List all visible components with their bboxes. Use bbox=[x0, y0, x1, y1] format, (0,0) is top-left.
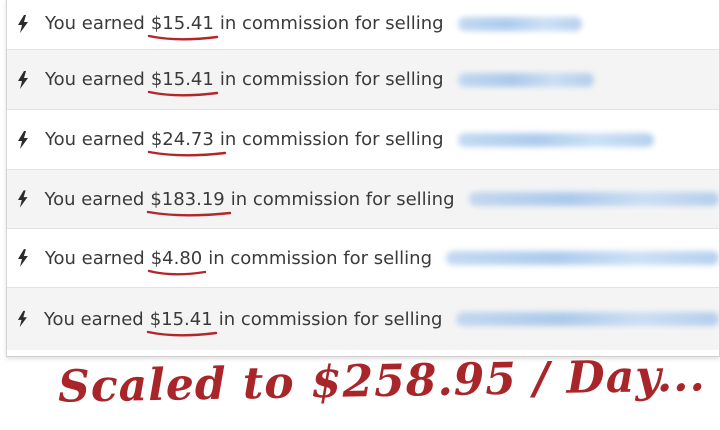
earned-prefix: You earned bbox=[45, 69, 145, 90]
redacted-product-name bbox=[457, 16, 582, 31]
notification-row[interactable]: You earned $15.41 in commission for sell… bbox=[7, 0, 719, 50]
commission-suffix: in commission for selling bbox=[208, 247, 433, 269]
notification-row[interactable]: You earned $4.80 in commission for selli… bbox=[7, 229, 719, 288]
commission-amount: $24.73 bbox=[147, 129, 227, 157]
notification-row[interactable]: You earned $15.41 in commission for sell… bbox=[7, 288, 719, 350]
notification-text: You earned $183.19 in commission for sel… bbox=[44, 188, 455, 216]
notification-row[interactable]: You earned $24.73 in commission for sell… bbox=[7, 110, 719, 170]
commission-suffix: in commission for selling bbox=[219, 69, 444, 90]
notification-text: You earned $24.73 in commission for sell… bbox=[45, 129, 444, 157]
notification-text: You earned $15.41 in commission for sell… bbox=[43, 308, 443, 336]
commission-amount: $15.41 bbox=[147, 69, 219, 97]
commission-amount: $183.19 bbox=[147, 189, 232, 216]
notification-text: You earned $15.41 in commission for sell… bbox=[45, 69, 444, 97]
earned-prefix: You earned bbox=[44, 188, 145, 210]
earned-prefix: You earned bbox=[45, 13, 145, 34]
notification-row[interactable]: You earned $15.41 in commission for sell… bbox=[7, 50, 719, 110]
lightning-bolt-icon bbox=[17, 190, 28, 208]
commission-suffix: in commission for selling bbox=[219, 129, 444, 150]
commission-amount: $4.80 bbox=[147, 248, 206, 275]
commission-suffix: in commission for selling bbox=[230, 188, 455, 210]
lightning-bolt-icon bbox=[18, 130, 28, 149]
handwritten-caption: Scaled to $258.95 / Day... bbox=[57, 350, 707, 413]
redacted-product-name bbox=[457, 72, 594, 87]
redacted-product-name bbox=[468, 192, 719, 206]
commission-suffix: in commission for selling bbox=[218, 308, 443, 330]
notification-text: You earned $4.80 in commission for selli… bbox=[44, 247, 433, 275]
notification-row[interactable]: You earned $183.19 in commission for sel… bbox=[7, 170, 719, 229]
commission-amount: $15.41 bbox=[147, 13, 219, 41]
lightning-bolt-icon bbox=[17, 310, 27, 328]
redacted-product-name bbox=[446, 251, 719, 265]
notification-text: You earned $15.41 in commission for sell… bbox=[45, 13, 444, 41]
lightning-bolt-icon bbox=[17, 249, 28, 267]
lightning-bolt-icon bbox=[18, 70, 28, 89]
redacted-product-name bbox=[457, 132, 654, 147]
earned-prefix: You earned bbox=[44, 247, 145, 269]
commission-amount: $15.41 bbox=[146, 309, 217, 336]
commission-suffix: in commission for selling bbox=[219, 13, 444, 34]
lightning-bolt-icon bbox=[18, 14, 28, 33]
earned-prefix: You earned bbox=[45, 129, 145, 150]
earned-prefix: You earned bbox=[43, 308, 144, 330]
notification-feed: You earned $15.41 in commission for sell… bbox=[6, 0, 720, 357]
redacted-product-name bbox=[456, 312, 719, 326]
